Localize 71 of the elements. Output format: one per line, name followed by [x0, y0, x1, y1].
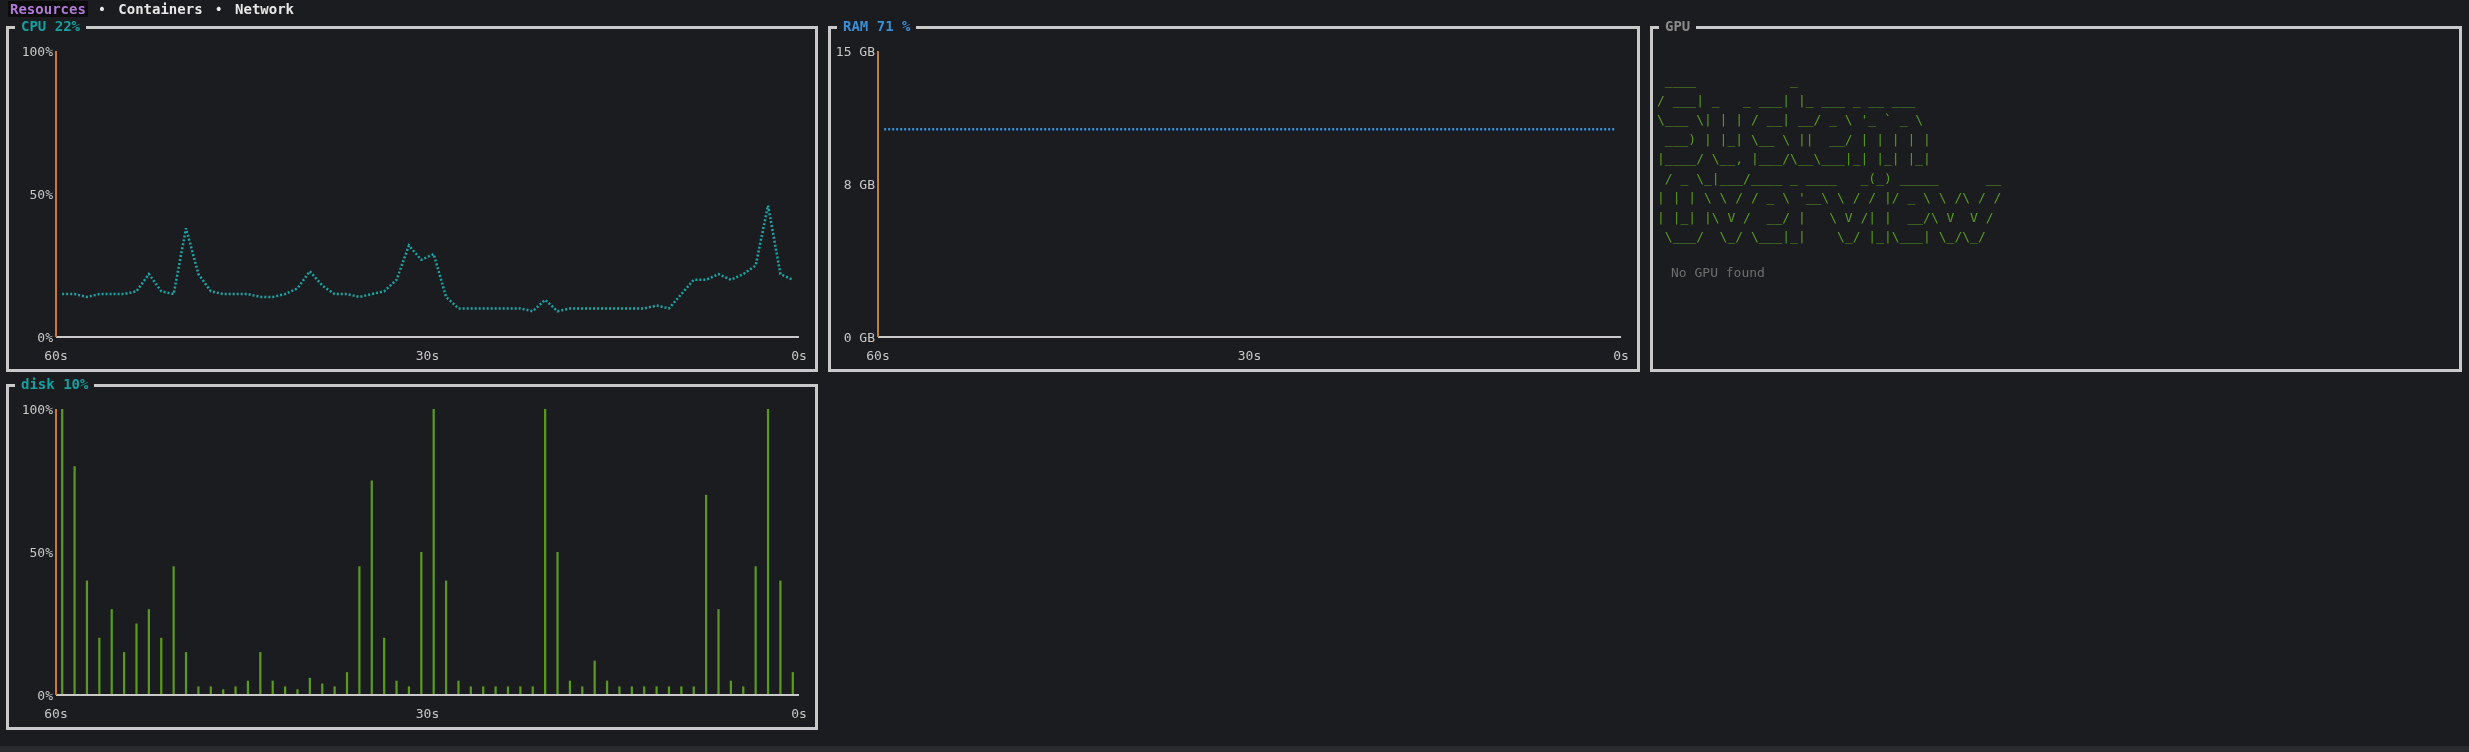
chart-bar	[98, 637, 101, 695]
chart-bar	[531, 686, 534, 695]
panel-title: RAM 71 %	[837, 18, 917, 34]
status-message: No GPU found	[1671, 264, 1766, 280]
chart-bar	[605, 680, 609, 695]
x-axis-label: 60s	[44, 348, 68, 363]
y-axis-label: 8 GB	[843, 176, 875, 192]
chart-bar	[630, 686, 633, 695]
chart-bar	[742, 686, 745, 695]
chart-bar	[246, 680, 250, 695]
chart-bar	[345, 672, 349, 695]
chart-bar	[618, 686, 621, 695]
chart-bar	[271, 680, 274, 695]
x-axis-label: 0s	[791, 706, 807, 721]
chart-bar	[568, 680, 571, 695]
y-axis-label: 0%	[37, 687, 53, 703]
chart-bar	[482, 686, 485, 695]
y-axis-label: 0 GB	[843, 329, 875, 345]
panel-title: GPU	[1659, 18, 1697, 34]
chart-bar	[395, 680, 398, 695]
x-axis-label: 30s	[415, 706, 440, 721]
x-axis-label: 0s	[791, 348, 807, 363]
chart-bar	[383, 637, 386, 695]
chart-bar	[321, 683, 324, 695]
y-axis-label: 50%	[29, 186, 53, 202]
chart-bar	[469, 686, 472, 695]
chart-bar	[655, 686, 658, 695]
chart-bar	[581, 686, 584, 695]
chart-bar	[333, 686, 336, 695]
chart-bar	[457, 680, 460, 695]
x-axis-label: 60s	[866, 348, 890, 363]
ascii-art-text: ____ _ / ___| _ _ ___| |_ ___ _ __ ___ \___ \| | | / __| __/ _ \ '_ ` _ \ ___) | |_| \__ \ || __/ | | | | | |____/ \__, |___/\__\___|_| |_| |_| / _ \_|___/____ _ ____ _(_) _____ __ | | | \ \ / / _ \ '__\ \ / / |/ _ \ \ /\ / / | |_| |\ V / __/ | \ V /| | __/\ V V / \___/ \_/ \___|_| \_/ |_|\___| \_/\_/	[1657, 72, 2003, 246]
tab-separator: •	[97, 1, 107, 17]
chart-bar	[791, 672, 794, 695]
chart-bar	[284, 686, 287, 695]
chart-bar	[519, 686, 522, 695]
y-axis-label: 100%	[21, 43, 53, 59]
x-axis-label: 60s	[44, 706, 68, 721]
y-axis-label: 0%	[37, 329, 53, 345]
chart-bar	[259, 652, 262, 695]
tab[interactable]: Resources	[8, 1, 88, 17]
chart-bar	[296, 689, 299, 695]
chart-bar	[160, 637, 163, 695]
x-axis-label: 30s	[415, 348, 440, 363]
panel-title: disk 10%	[15, 376, 95, 392]
chart-bar	[222, 689, 225, 695]
chart-bar	[407, 686, 411, 695]
tab[interactable]: Network	[233, 1, 297, 17]
chart-bar	[123, 652, 126, 695]
chart-bar	[692, 686, 695, 695]
chart-bar	[135, 623, 138, 695]
chart-bar	[184, 652, 188, 695]
chart-bar	[494, 686, 497, 695]
x-axis-label: 0s	[1613, 348, 1629, 363]
y-axis-label: 100%	[21, 401, 53, 417]
chart-bar	[643, 686, 646, 695]
tab[interactable]: Containers	[116, 1, 205, 17]
chart-bar	[729, 680, 732, 695]
chart-bar	[506, 686, 510, 695]
panel-title: CPU 22%	[15, 18, 86, 34]
chart-bar	[234, 686, 237, 695]
chart-bar	[667, 686, 671, 695]
chart-bar	[593, 660, 596, 695]
tab-separator: •	[214, 1, 224, 17]
y-axis-label: 15 GB	[835, 43, 875, 59]
y-axis-label: 50%	[29, 544, 53, 560]
chart-bar	[197, 686, 200, 695]
x-axis-label: 30s	[1237, 348, 1262, 363]
chart-bar	[209, 686, 212, 695]
chart-bar	[680, 686, 683, 695]
chart-bar	[308, 677, 311, 695]
